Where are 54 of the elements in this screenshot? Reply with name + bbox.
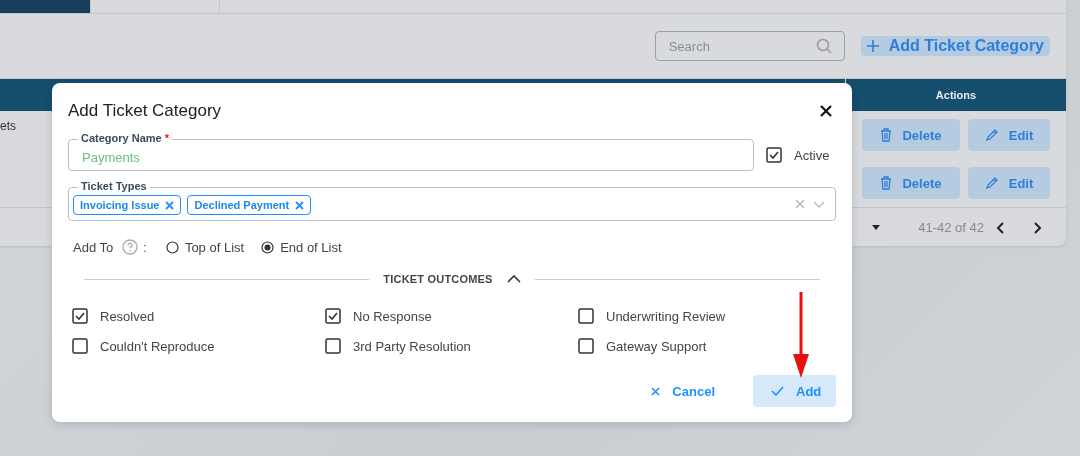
trash-icon [880,176,893,190]
delete-button[interactable]: Delete [862,119,960,151]
section-title: TICKET OUTCOMES [383,273,493,285]
pencil-icon [984,128,999,142]
ticket-type-tag[interactable]: Invoicing Issue [73,195,182,215]
checkbox-label: 3rd Party Resolution [353,338,471,354]
page-range: 41-42 of 42 [918,220,984,235]
chevron-right-icon [1033,221,1042,234]
edit-button[interactable]: Edit [968,167,1050,199]
checkbox[interactable] [578,308,594,324]
checkbox-label: Active [794,147,830,163]
collapse-toggle[interactable] [506,275,521,283]
checkbox-label: Gateway Support [606,338,707,354]
checkbox[interactable] [325,338,341,354]
checkbox-label: No Response [353,308,432,324]
radio-button[interactable] [165,240,179,254]
help-icon [122,239,139,255]
checkbox[interactable] [72,308,88,324]
checkbox[interactable] [72,338,88,354]
remove-icon [165,200,175,210]
checkbox[interactable] [325,308,341,324]
remove-icon [295,200,305,210]
delete-button[interactable]: Delete [862,167,960,199]
check-icon [771,386,784,396]
field-label: Ticket Types [78,179,150,193]
cancel-button[interactable]: Cancel [651,375,729,407]
table-cell-text: ets [0,118,16,133]
close-icon [651,386,661,396]
plus-icon [866,40,879,52]
trash-icon [880,128,893,142]
radio-button[interactable] [261,240,275,254]
radio-label: End of List [280,239,342,255]
edit-button[interactable]: Edit [968,119,1050,151]
chevron-left-icon [996,221,1005,234]
caret-down-icon [872,225,881,230]
chevron-up-icon [506,275,521,283]
field-label: Add To [73,239,114,255]
search-field[interactable]: Search [654,31,845,61]
clear-icon [795,199,805,209]
pencil-icon [984,176,999,190]
checkbox-label: Couldn't Reproduce [100,338,215,354]
checkbox[interactable] [578,338,594,354]
add-button[interactable]: Add [753,375,836,407]
dialog-title: Add Ticket Category [68,101,222,121]
chevron-down-icon [813,200,825,208]
radio-label: Top of List [184,239,245,255]
ticket-type-tag[interactable]: Declined Payment [187,195,312,215]
add-ticket-category-button[interactable]: Add Ticket Category [860,36,1050,56]
colon-text: : [143,239,147,255]
search-icon [815,38,832,54]
close-icon [820,105,832,117]
checkbox-label: Resolved [100,308,155,324]
checkbox-label: Underwriting Review [606,308,726,324]
checkbox[interactable] [766,147,782,163]
